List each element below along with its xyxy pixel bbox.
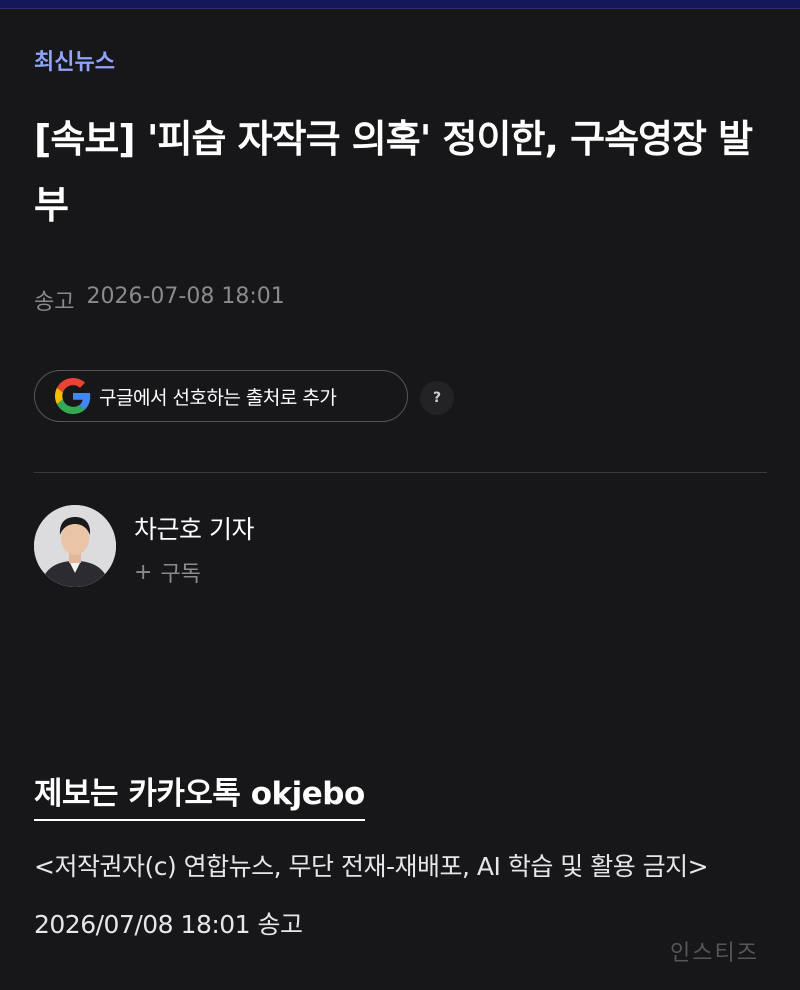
sent-info: 송고 2026-07-08 18:01 bbox=[34, 284, 285, 316]
reporter-name[interactable]: 차근호 기자 bbox=[134, 510, 254, 546]
sent-label: 송고 bbox=[34, 290, 75, 315]
top-bar bbox=[0, 0, 800, 9]
reporter-photo bbox=[34, 505, 116, 587]
subscribe-button[interactable]: + 구독 bbox=[134, 556, 201, 588]
reporter-avatar[interactable] bbox=[34, 505, 116, 587]
article-headline: [속보] '피습 자작극 의혹' 정이한, 구속영장 발부 bbox=[34, 117, 753, 227]
copyright-notice: <저작권자(c) 연합뉴스, 무단 전재-재배포, AI 학습 및 활용 금지>… bbox=[34, 852, 709, 939]
help-button[interactable]: ? bbox=[420, 381, 454, 415]
sent-datetime: 2026-07-08 18:01 bbox=[86, 284, 285, 309]
site-watermark: 인스티즈 bbox=[670, 941, 759, 966]
divider bbox=[34, 472, 767, 473]
category-label[interactable]: 최신뉴스 bbox=[34, 44, 115, 76]
tip-line-link[interactable]: 제보는 카카오톡 okjebo bbox=[34, 768, 365, 821]
subscribe-label: 구독 bbox=[160, 562, 201, 587]
add-preferred-source-button[interactable]: 구글에서 선호하는 출처로 추가 bbox=[34, 370, 408, 422]
plus-icon: + bbox=[134, 559, 153, 585]
add-preferred-source-label: 구글에서 선호하는 출처로 추가 bbox=[99, 386, 337, 409]
google-g-icon bbox=[55, 378, 91, 414]
